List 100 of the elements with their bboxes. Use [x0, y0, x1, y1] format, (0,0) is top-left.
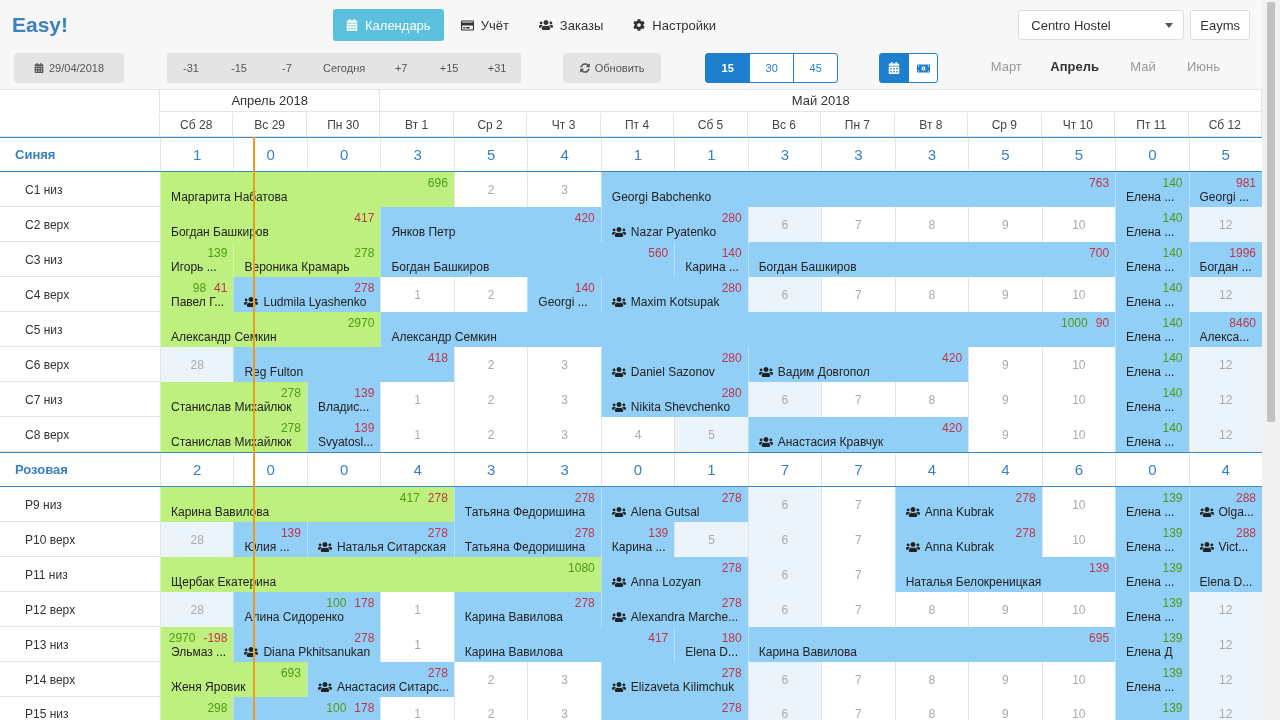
- booking-bar[interactable]: 693 Женя Яровик: [160, 662, 307, 697]
- free-day-cell[interactable]: 7: [821, 662, 895, 697]
- free-day-cell[interactable]: 7: [821, 522, 895, 557]
- booking-bar[interactable]: 1996 Богдан ...: [1188, 242, 1262, 277]
- free-day-cell[interactable]: 6: [747, 487, 822, 522]
- booking-bar[interactable]: 278 Anna Kubrak: [894, 487, 1042, 522]
- month-link[interactable]: Июнь: [1172, 53, 1234, 79]
- free-day-cell[interactable]: 9: [968, 382, 1042, 417]
- free-day-cell[interactable]: 9: [968, 207, 1042, 242]
- booking-bar[interactable]: 2970 Александр Семкин: [160, 312, 381, 347]
- booking-bar[interactable]: 139 Елена ...: [1115, 557, 1189, 592]
- booking-bar[interactable]: 139 Елена ...: [1115, 662, 1189, 697]
- free-day-cell[interactable]: 7: [821, 277, 895, 312]
- booking-bar[interactable]: 695 Карина Вавилова: [747, 627, 1116, 662]
- free-day-cell[interactable]: 5: [674, 522, 748, 557]
- booking-bar[interactable]: Elena D...: [1188, 557, 1262, 592]
- free-day-cell[interactable]: 10: [1041, 347, 1116, 382]
- free-day-cell[interactable]: 8: [894, 662, 969, 697]
- booking-bar[interactable]: 139: [1115, 697, 1189, 720]
- booking-bar[interactable]: 140 Georgi ...: [527, 277, 601, 312]
- free-day-cell[interactable]: 6: [747, 697, 822, 720]
- booking-bar[interactable]: 140 Елена ...: [1115, 312, 1189, 347]
- booking-bar[interactable]: 140 Елена ...: [1115, 347, 1189, 382]
- booking-bar[interactable]: 278 Анастасия Ситарс...: [306, 662, 454, 697]
- free-day-cell[interactable]: 3: [527, 662, 601, 697]
- room-group-name[interactable]: Розовая: [0, 453, 160, 486]
- free-day-cell[interactable]: 10: [1041, 592, 1116, 627]
- booking-bar[interactable]: 100 178: [233, 697, 381, 720]
- free-day-cell[interactable]: 10: [1041, 417, 1116, 452]
- booking-bar[interactable]: 8460 Алекса...: [1188, 312, 1262, 347]
- booking-bar[interactable]: 288 Vict...: [1188, 522, 1262, 557]
- free-day-cell[interactable]: 3: [527, 417, 601, 452]
- booking-bar[interactable]: 298: [160, 697, 234, 720]
- booking-bar[interactable]: 278 Diana Pkhitsanukan: [233, 627, 381, 662]
- booking-bar[interactable]: 417 Богдан Башкиров: [160, 207, 381, 242]
- free-day-cell[interactable]: 3: [527, 347, 601, 382]
- booking-bar[interactable]: 139 Svyatosl...: [306, 417, 381, 452]
- booking-bar[interactable]: 139 Елена ...: [1115, 487, 1189, 522]
- free-day-cell[interactable]: 2: [453, 172, 528, 207]
- booking-bar[interactable]: 278 Ludmila Lyashenko: [233, 277, 381, 312]
- booking-bar[interactable]: 700 Богдан Башкиров: [747, 242, 1116, 277]
- booking-bar[interactable]: 280 Nikita Shevchenko: [600, 382, 748, 417]
- booking-bar[interactable]: 560 Богдан Башкиров: [380, 242, 675, 277]
- free-day-cell[interactable]: 7: [821, 557, 895, 592]
- nav-tab[interactable]: Учёт: [447, 9, 522, 41]
- range-button[interactable]: 15: [705, 53, 751, 83]
- scrollbar[interactable]: [1262, 0, 1280, 720]
- free-day-cell[interactable]: 9: [968, 347, 1042, 382]
- free-day-cell[interactable]: 7: [821, 487, 895, 522]
- free-day-cell[interactable]: 1: [380, 627, 454, 662]
- free-day-cell[interactable]: 5: [674, 417, 748, 452]
- booking-bar[interactable]: 981 Georgi ...: [1188, 172, 1262, 207]
- free-day-cell[interactable]: 10: [1041, 277, 1116, 312]
- booking-bar[interactable]: 139 Елена ...: [1115, 522, 1189, 557]
- room-group-name[interactable]: Синяя: [0, 138, 160, 171]
- free-day-cell[interactable]: 7: [821, 592, 895, 627]
- booking-bar[interactable]: 139 Елена Д: [1115, 627, 1189, 662]
- free-day-cell[interactable]: 9: [968, 662, 1042, 697]
- booking-bar[interactable]: 1080 Щербак Екатерина: [160, 557, 601, 592]
- free-day-cell[interactable]: 9: [968, 277, 1042, 312]
- booking-bar[interactable]: 420 Вадим Довгопол: [747, 347, 969, 382]
- view-button[interactable]: [879, 53, 910, 83]
- free-day-cell[interactable]: 8: [894, 382, 969, 417]
- free-day-cell[interactable]: 10: [1041, 522, 1116, 557]
- free-day-cell[interactable]: 8: [894, 207, 969, 242]
- free-day-cell[interactable]: 6: [747, 207, 822, 242]
- free-day-cell[interactable]: 10: [1041, 487, 1116, 522]
- booking-bar[interactable]: 2970 -198 Эльмаз ...: [160, 627, 234, 662]
- booking-bar[interactable]: 139 Игорь ...: [160, 242, 234, 277]
- booking-bar[interactable]: 1000 90 Александр Семкин: [380, 312, 1116, 347]
- booking-bar[interactable]: 278 Наталья Ситарская: [306, 522, 454, 557]
- free-day-cell[interactable]: 6: [747, 277, 822, 312]
- booking-bar[interactable]: 280 Nazar Pyatenko: [600, 207, 748, 242]
- free-day-cell[interactable]: 2: [453, 417, 528, 452]
- booking-bar[interactable]: 140 Елена ...: [1115, 172, 1189, 207]
- booking-bar[interactable]: 420 Анастасия Кравчук: [747, 417, 969, 452]
- free-day-cell[interactable]: 8: [894, 277, 969, 312]
- booking-bar[interactable]: 280 Daniel Sazonov: [600, 347, 748, 382]
- date-button[interactable]: 29/04/2018: [14, 53, 124, 83]
- booking-bar[interactable]: 180 Elena D...: [674, 627, 748, 662]
- free-day-cell[interactable]: 9: [968, 592, 1042, 627]
- booking-bar[interactable]: 278 Anna Kubrak: [894, 522, 1042, 557]
- free-day-cell[interactable]: 6: [747, 662, 822, 697]
- free-day-cell[interactable]: 1: [380, 382, 454, 417]
- free-day-cell[interactable]: 7: [821, 207, 895, 242]
- booking-bar[interactable]: 278 Станислав Михайлюк: [160, 417, 307, 452]
- booking-bar[interactable]: 140 Елена ...: [1115, 207, 1189, 242]
- range-button[interactable]: 30: [749, 53, 795, 83]
- free-day-cell[interactable]: 2: [453, 382, 528, 417]
- booking-bar[interactable]: 417 278 Карина Вавилова: [160, 487, 454, 522]
- nav-tab[interactable]: Настройки: [620, 9, 730, 41]
- booking-bar[interactable]: 140 Елена ...: [1115, 277, 1189, 312]
- free-day-cell[interactable]: 10: [1041, 662, 1116, 697]
- booking-bar[interactable]: 140 Елена ...: [1115, 382, 1189, 417]
- free-day-cell[interactable]: 8: [894, 592, 969, 627]
- booking-bar[interactable]: 280 Maxim Kotsupak: [600, 277, 748, 312]
- free-day-cell[interactable]: 4: [600, 417, 675, 452]
- app-logo[interactable]: Easy!: [12, 13, 333, 37]
- booking-bar[interactable]: 139 Владис...: [306, 382, 381, 417]
- free-day-cell[interactable]: 28: [160, 347, 234, 382]
